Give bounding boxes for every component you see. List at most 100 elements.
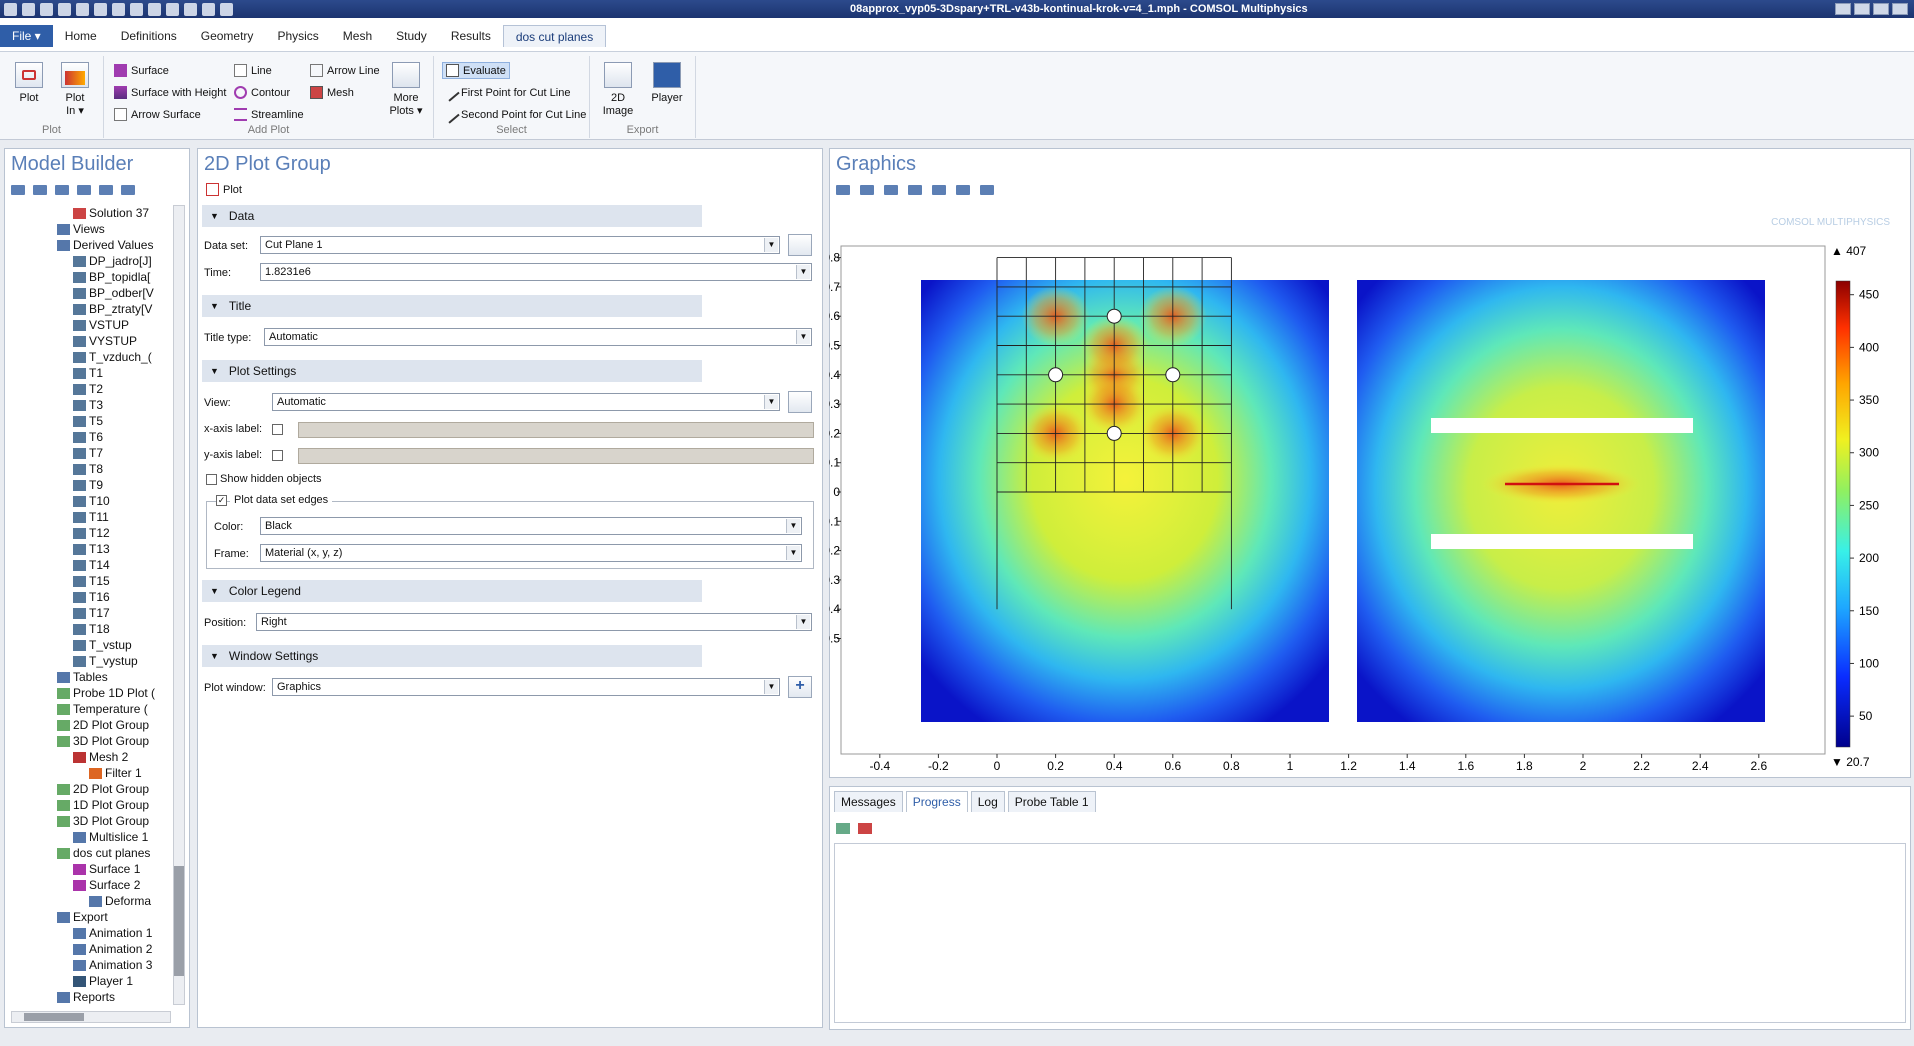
- filter-icon[interactable]: [77, 185, 91, 195]
- tree-scrollbar[interactable]: [173, 205, 185, 1005]
- tree-item[interactable]: VSTUP: [73, 317, 129, 333]
- tree-item[interactable]: T9: [73, 477, 103, 493]
- tree-item[interactable]: 2D Plot Group: [57, 717, 149, 733]
- tree-item[interactable]: Temperature (: [57, 701, 148, 717]
- tree-item[interactable]: 3D Plot Group: [57, 733, 149, 749]
- print-graphics-icon[interactable]: [980, 185, 994, 195]
- minimize-icon[interactable]: [1854, 3, 1870, 15]
- tree-item[interactable]: Surface 1: [73, 861, 140, 877]
- tab-progress[interactable]: Progress: [905, 791, 968, 812]
- clear-icon[interactable]: [858, 823, 872, 834]
- camera-icon[interactable]: [956, 185, 970, 195]
- tree-item[interactable]: T6: [73, 429, 103, 445]
- zoom-box-icon[interactable]: [884, 185, 898, 195]
- tree-item[interactable]: Animation 1: [73, 925, 152, 941]
- table-icon[interactable]: [836, 823, 850, 834]
- tree-item[interactable]: BP_odber[V: [73, 285, 154, 301]
- tab-study[interactable]: Study: [384, 25, 439, 47]
- maximize-icon[interactable]: [1873, 3, 1889, 15]
- xaxis-checkbox[interactable]: [272, 424, 283, 435]
- tree-item[interactable]: Animation 2: [73, 941, 152, 957]
- tree-item[interactable]: T15: [73, 573, 110, 589]
- open-icon[interactable]: [40, 2, 53, 16]
- tab-definitions[interactable]: Definitions: [109, 25, 189, 47]
- forward-icon[interactable]: [33, 185, 47, 195]
- tree-item[interactable]: 3D Plot Group: [57, 813, 149, 829]
- tree-item[interactable]: VYSTUP: [73, 333, 137, 349]
- restore-icon[interactable]: [1835, 3, 1851, 15]
- view-goto-button[interactable]: [788, 391, 812, 413]
- tree-item[interactable]: Multislice 1: [73, 829, 148, 845]
- tree-item[interactable]: Animation 3: [73, 957, 152, 973]
- tree-item[interactable]: Solution 37: [73, 205, 149, 221]
- arrow-surface-button[interactable]: Arrow Surface: [114, 108, 201, 121]
- save-icon[interactable]: [58, 2, 71, 16]
- view-select[interactable]: Automatic ▼: [272, 393, 780, 411]
- tree-item[interactable]: BP_ztraty[V: [73, 301, 152, 317]
- redo-icon[interactable]: [112, 2, 125, 16]
- first-point-button[interactable]: First Point for Cut Line: [441, 83, 570, 102]
- second-point-button[interactable]: Second Point for Cut Line: [441, 105, 586, 124]
- tree-item[interactable]: T8: [73, 461, 103, 477]
- collapse-icon[interactable]: [99, 185, 113, 195]
- more-plots-button[interactable]: More Plots ▾: [386, 62, 426, 118]
- tab-mesh[interactable]: Mesh: [331, 25, 384, 47]
- show-icon[interactable]: [55, 185, 69, 195]
- tree-item[interactable]: T12: [73, 525, 110, 541]
- file-menu[interactable]: File ▾: [0, 25, 53, 47]
- plot-settings-section[interactable]: ▼ Plot Settings: [202, 360, 702, 382]
- undo-icon[interactable]: [94, 2, 107, 16]
- tree-hscrollbar[interactable]: [11, 1011, 171, 1023]
- help-icon[interactable]: [220, 2, 233, 16]
- tree-item[interactable]: Export: [57, 909, 108, 925]
- tree-item[interactable]: Reports: [57, 989, 115, 1005]
- tree-item[interactable]: T7: [73, 445, 103, 461]
- tree-item[interactable]: 1D Plot Group: [57, 797, 149, 813]
- title-type-select[interactable]: Automatic ▼: [264, 328, 812, 346]
- duplicate-icon[interactable]: [166, 2, 179, 16]
- tab-dos-cut-planes[interactable]: dos cut planes: [502, 25, 607, 47]
- tree-item[interactable]: Filter 1: [89, 765, 142, 781]
- model-tree[interactable]: Solution 37 Views Derived Values DP_jadro[J…: [11, 205, 175, 1005]
- streamline-button[interactable]: Streamline: [234, 108, 304, 121]
- tree-item[interactable]: dos cut planes: [57, 845, 150, 861]
- tree-item[interactable]: T14: [73, 557, 110, 573]
- tree-item[interactable]: T13: [73, 541, 110, 557]
- tab-log[interactable]: Log: [970, 791, 1005, 812]
- frame-select[interactable]: Material (x, y, z) ▼: [260, 544, 802, 562]
- tree-item[interactable]: Views: [57, 221, 105, 237]
- tab-probe-table[interactable]: Probe Table 1: [1007, 791, 1096, 812]
- tree-item[interactable]: Derived Values: [57, 237, 153, 253]
- close-icon[interactable]: [1892, 3, 1908, 15]
- tree-item[interactable]: T17: [73, 605, 110, 621]
- tree-item[interactable]: Mesh 2: [73, 749, 128, 765]
- window-settings-section[interactable]: ▼ Window Settings: [202, 645, 702, 667]
- tree-item[interactable]: T5: [73, 413, 103, 429]
- plot-area[interactable]: -0.4 -0.2 0 0.2 0.4 0.6 0.8 1 1.2 1.4 1.6 1.8 2 2.2 2.…: [829, 236, 1911, 776]
- print-icon[interactable]: [76, 2, 89, 16]
- tree-item[interactable]: Tables: [57, 669, 108, 685]
- show-hidden-checkbox[interactable]: [206, 474, 217, 485]
- settings-plot-button[interactable]: Plot: [206, 183, 242, 196]
- line-button[interactable]: Line: [234, 64, 272, 77]
- quick-access-toolbar[interactable]: [0, 2, 233, 16]
- title-section[interactable]: ▼ Title: [202, 295, 702, 317]
- evaluate-button[interactable]: Evaluate: [442, 62, 510, 79]
- tab-home[interactable]: Home: [53, 25, 109, 47]
- tree-item[interactable]: T11: [73, 509, 109, 525]
- tree-item[interactable]: Player 1: [73, 973, 133, 989]
- arrow-line-button[interactable]: Arrow Line: [310, 64, 380, 77]
- tree-item[interactable]: T10: [73, 493, 110, 509]
- settings-icon[interactable]: [202, 2, 215, 16]
- tree-item[interactable]: T2: [73, 381, 103, 397]
- tree-item[interactable]: Surface 2: [73, 877, 140, 893]
- plot-window-select[interactable]: Graphics ▼: [272, 678, 780, 696]
- dataset-goto-button[interactable]: [788, 234, 812, 256]
- data-section[interactable]: ▼ Data: [202, 205, 702, 227]
- zoom-out-icon[interactable]: [860, 185, 874, 195]
- contour-button[interactable]: Contour: [234, 86, 290, 99]
- tree-item[interactable]: T_vzduch_(: [73, 349, 152, 365]
- tree-item[interactable]: BP_topidla[: [73, 269, 150, 285]
- tab-messages[interactable]: Messages: [834, 791, 903, 812]
- dataset-select[interactable]: Cut Plane 1 ▼: [260, 236, 780, 254]
